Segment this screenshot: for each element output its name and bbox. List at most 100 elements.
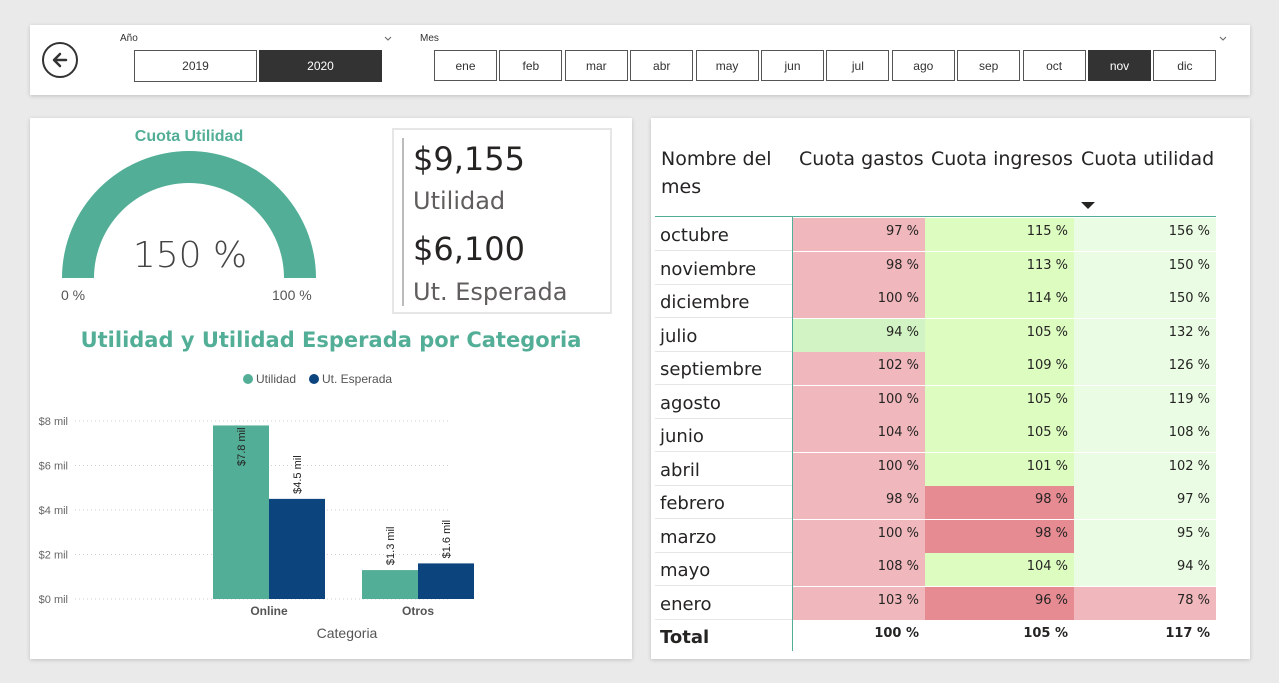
month-name-cell: enero <box>660 593 712 615</box>
total-row: Total 100 % 105 % 117 % <box>655 620 1216 653</box>
cuota-utilidad-cell: 150 % <box>1074 251 1216 285</box>
month-name-cell: abril <box>660 459 700 481</box>
cuota-utilidad-cell: 150 % <box>1074 285 1216 318</box>
total-label: Total <box>660 627 710 648</box>
left-visuals-panel: Cuota Utilidad 150 % 0 % 100 % $9,155 Ut… <box>30 118 632 659</box>
table-row[interactable]: marzo 100 % 98 % 95 % <box>655 519 1216 553</box>
cuota-gastos-cell: 108 % <box>793 553 925 586</box>
cuota-ingresos-cell: 104 % <box>925 553 1074 586</box>
cuota-ingresos-cell: 114 % <box>925 285 1074 318</box>
table-row[interactable]: noviembre 98 % 113 % 150 % <box>655 251 1216 285</box>
year-option-2019[interactable]: 2019 <box>134 50 257 82</box>
filter-bar: Año 2019 2020 Mes ene feb mar abr may jun jul ag… <box>30 25 1250 95</box>
cuota-ingresos-cell: 109 % <box>925 352 1074 385</box>
month-option-sep[interactable]: sep <box>957 50 1021 81</box>
data-label: $4.5 mil <box>292 455 304 494</box>
esperada-label: Ut. Esperada <box>413 278 568 306</box>
cuota-gastos-cell: 104 % <box>793 419 925 452</box>
y-tick-label: $2 mil <box>39 550 68 562</box>
cuota-ingresos-cell: 113 % <box>925 251 1074 285</box>
table-row[interactable]: septiembre 102 % 109 % 126 % <box>655 352 1216 385</box>
cuota-ingresos-cell: 98 % <box>925 486 1074 519</box>
x-tick-label: Online <box>250 604 288 618</box>
bar-otros-utilidad <box>362 570 418 599</box>
legend-marker <box>243 374 253 384</box>
y-tick-label: $0 mil <box>39 594 68 606</box>
data-label: $1.3 mil <box>385 527 397 566</box>
month-option-jun[interactable]: jun <box>761 50 824 81</box>
gauge-value: 150 % <box>132 235 248 276</box>
month-name-cell: julio <box>660 325 698 347</box>
column-divider <box>792 217 793 651</box>
month-option-ene[interactable]: ene <box>434 50 497 81</box>
cuota-utilidad-cell: 97 % <box>1074 486 1216 519</box>
bar-online-esperada <box>269 498 325 599</box>
cuota-ingresos-cell: 105 % <box>925 419 1074 452</box>
total-cuota-utilidad: 117 % <box>1165 626 1210 641</box>
month-option-ago[interactable]: ago <box>891 50 955 81</box>
month-option-oct[interactable]: oct <box>1022 50 1086 81</box>
header-cuota-utilidad[interactable]: Cuota utilidad <box>1081 145 1214 173</box>
table-row[interactable]: abril 100 % 101 % 102 % <box>655 452 1216 486</box>
esperada-amount: $6,100 <box>413 230 525 268</box>
total-cuota-ingresos: 105 % <box>1023 626 1068 641</box>
arrow-left-icon <box>52 52 68 68</box>
header-cuota-gastos[interactable]: Cuota gastos <box>799 145 924 173</box>
x-tick-label: Otros <box>402 604 434 618</box>
cuota-gastos-cell: 98 % <box>793 486 925 519</box>
table-row[interactable]: octubre 97 % 115 % 156 % <box>655 218 1216 251</box>
cuota-gastos-cell: 100 % <box>793 519 925 553</box>
month-name-cell: febrero <box>660 493 725 514</box>
month-option-abr[interactable]: abr <box>630 50 694 81</box>
cuota-gastos-cell: 98 % <box>793 251 925 285</box>
cuota-utilidad-cell: 126 % <box>1074 352 1216 385</box>
month-name-cell: junio <box>660 426 704 447</box>
chevron-down-icon[interactable] <box>1219 35 1227 43</box>
month-option-may[interactable]: may <box>695 50 759 81</box>
month-option-jul[interactable]: jul <box>826 50 890 81</box>
header-cuota-ingresos[interactable]: Cuota ingresos <box>931 145 1073 173</box>
year-option-2020[interactable]: 2020 <box>259 50 382 82</box>
month-option-nov[interactable]: nov <box>1088 50 1151 81</box>
table-row[interactable]: diciembre 100 % 114 % 150 % <box>655 285 1216 318</box>
quota-matrix: Nombre del mes Cuota gastos Cuota ingres… <box>651 118 1250 659</box>
bar-chart: Utilidad Ut. Esperada $0 mil $2 mil $4 mil $6… <box>39 372 474 641</box>
cuota-gastos-cell: 100 % <box>793 385 925 419</box>
month-option-mar[interactable]: mar <box>564 50 628 81</box>
cuota-utilidad-cell: 94 % <box>1074 553 1216 586</box>
month-option-feb[interactable]: feb <box>499 50 563 81</box>
cuota-gastos-cell: 102 % <box>793 352 925 385</box>
cuota-gastos-cell: 103 % <box>793 586 925 620</box>
month-name-cell: diciembre <box>660 292 750 313</box>
gauge-min-label: 0 % <box>61 287 86 303</box>
table-row[interactable]: febrero 98 % 98 % 97 % <box>655 486 1216 519</box>
x-axis-title: Categoria <box>317 625 378 641</box>
month-name-cell: agosto <box>660 392 721 414</box>
cuota-ingresos-cell: 105 % <box>925 385 1074 419</box>
month-option-dic[interactable]: dic <box>1153 50 1217 81</box>
kpi-card: $9,155 Utilidad $6,100 Ut. Esperada <box>392 128 612 314</box>
y-tick-label: $6 mil <box>39 461 68 473</box>
month-name-cell: marzo <box>660 526 717 548</box>
header-divider <box>655 216 1216 217</box>
header-month-name[interactable]: Nombre del mes <box>661 145 786 201</box>
table-row[interactable]: julio 94 % 105 % 132 % <box>655 318 1216 352</box>
table-row[interactable]: enero 103 % 96 % 78 % <box>655 586 1216 620</box>
month-name-cell: mayo <box>660 560 711 581</box>
month-name-cell: noviembre <box>660 258 757 280</box>
table-row[interactable]: mayo 108 % 104 % 94 % <box>655 553 1216 586</box>
cuota-gastos-cell: 100 % <box>793 452 925 486</box>
cuota-gastos-cell: 100 % <box>793 285 925 318</box>
chart-title: Utilidad y Utilidad Esperada por Categor… <box>80 328 582 352</box>
table-row[interactable]: agosto 100 % 105 % 119 % <box>655 385 1216 419</box>
chevron-down-icon[interactable] <box>384 35 392 43</box>
table-row[interactable]: junio 104 % 105 % 108 % <box>655 419 1216 452</box>
card-accent-bar <box>402 138 404 306</box>
cuota-utilidad-cell: 95 % <box>1074 519 1216 553</box>
back-button[interactable] <box>42 42 78 78</box>
cuota-utilidad-cell: 102 % <box>1074 452 1216 486</box>
month-name-cell: octubre <box>660 225 729 246</box>
y-tick-label: $8 mil <box>39 416 68 428</box>
cuota-gastos-cell: 97 % <box>793 218 925 251</box>
sort-descending-icon[interactable] <box>1081 202 1095 209</box>
